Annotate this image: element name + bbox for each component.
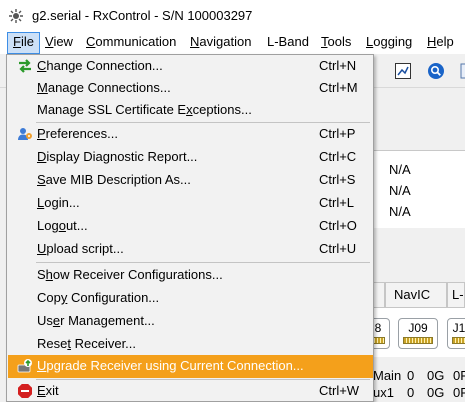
menu-item-display-diagnostic-report[interactable]: Display Diagnostic Report... Ctrl+C bbox=[8, 146, 373, 169]
title-bar: g2.serial - RxControl - S/N 100003297 bbox=[0, 0, 465, 32]
chart-icon[interactable] bbox=[392, 60, 414, 82]
menu-view[interactable]: View bbox=[40, 32, 78, 54]
menu-tools[interactable]: Tools bbox=[316, 32, 356, 54]
value-3: N/A bbox=[389, 204, 411, 219]
status-row: ux1 0 0G 0F bbox=[373, 385, 465, 400]
menu-logging[interactable]: Logging bbox=[361, 32, 417, 54]
menu-item-manage-ssl-exceptions[interactable]: Manage SSL Certificate Exceptions... bbox=[8, 99, 373, 122]
shortcut: Ctrl+P bbox=[319, 126, 356, 141]
menu-item-show-receiver-configurations[interactable]: Show Receiver Configurations... bbox=[8, 264, 373, 287]
menu-item-user-management[interactable]: User Management... bbox=[8, 310, 373, 333]
change-connection-icon bbox=[17, 58, 33, 74]
menu-bar: File View Communication Navigation L-Ban… bbox=[0, 32, 465, 54]
exit-icon bbox=[17, 383, 33, 399]
menu-item-preferences[interactable]: Preferences... Ctrl+P bbox=[8, 123, 373, 146]
shortcut: Ctrl+U bbox=[319, 241, 357, 256]
value-2: N/A bbox=[389, 183, 411, 198]
window-title: g2.serial - RxControl - S/N 100003297 bbox=[32, 8, 253, 23]
satellite-chip[interactable]: J1 bbox=[447, 318, 465, 349]
satellite-chip[interactable]: J09 bbox=[398, 318, 438, 349]
menu-item-change-connection[interactable]: Change Connection... Ctrl+N bbox=[8, 55, 373, 78]
shortcut: Ctrl+W bbox=[319, 383, 360, 398]
menu-item-reset-receiver[interactable]: Reset Receiver... bbox=[8, 333, 373, 356]
menu-item-manage-connections[interactable]: Manage Connections... Ctrl+M bbox=[8, 77, 373, 100]
shortcut: Ctrl+C bbox=[319, 149, 357, 164]
shortcut: Ctrl+L bbox=[319, 195, 355, 210]
file-menu-dropdown: Change Connection... Ctrl+N Manage Conne… bbox=[6, 54, 374, 402]
menu-l-band[interactable]: L-Band bbox=[262, 32, 314, 54]
shortcut: Ctrl+M bbox=[319, 80, 358, 95]
menu-item-upload-script[interactable]: Upload script... Ctrl+U bbox=[8, 238, 373, 261]
menu-item-upgrade-receiver[interactable]: Upgrade Receiver using Current Connectio… bbox=[8, 355, 373, 378]
shortcut: Ctrl+N bbox=[319, 58, 357, 73]
value-1: N/A bbox=[389, 162, 411, 177]
toolbar-button-partial[interactable] bbox=[454, 60, 465, 82]
search-icon[interactable] bbox=[425, 60, 447, 82]
menu-item-login[interactable]: Login... Ctrl+L bbox=[8, 192, 373, 215]
status-row: Main 0 0G 0F bbox=[373, 368, 465, 383]
menu-separator bbox=[36, 262, 370, 263]
menu-item-save-mib-description[interactable]: Save MIB Description As... Ctrl+S bbox=[8, 169, 373, 192]
menu-item-copy-configuration[interactable]: Copy Configuration... bbox=[8, 287, 373, 310]
tab-l-band[interactable]: L- bbox=[447, 282, 465, 307]
tab-prev[interactable] bbox=[373, 282, 385, 307]
menu-communication[interactable]: Communication bbox=[81, 32, 181, 54]
tab-navic[interactable]: NavIC bbox=[385, 282, 447, 307]
preferences-icon bbox=[17, 126, 33, 142]
info-panel bbox=[373, 150, 465, 228]
app-icon bbox=[8, 8, 24, 24]
shortcut: Ctrl+O bbox=[319, 218, 357, 233]
menu-help[interactable]: Help bbox=[422, 32, 459, 54]
menu-item-logout[interactable]: Logout... Ctrl+O bbox=[8, 215, 373, 238]
shortcut: Ctrl+S bbox=[319, 172, 356, 187]
upgrade-icon bbox=[17, 358, 33, 374]
menu-item-exit[interactable]: Exit Ctrl+W bbox=[8, 380, 373, 402]
menu-file[interactable]: File bbox=[7, 32, 40, 54]
menu-navigation[interactable]: Navigation bbox=[185, 32, 256, 54]
